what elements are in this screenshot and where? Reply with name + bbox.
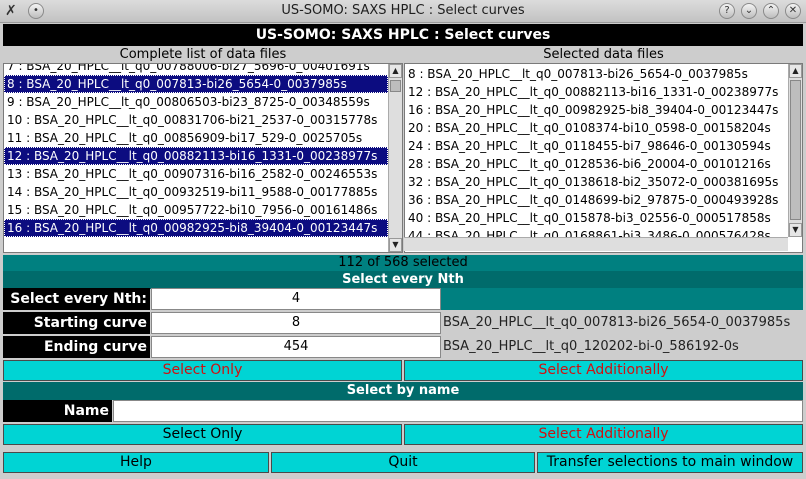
window-title: US-SOMO: SAXS HPLC : Select curves (281, 3, 525, 18)
right-list-label: Selected data files (543, 47, 664, 62)
scroll-down-icon[interactable]: ▼ (389, 238, 402, 252)
every-nth-input[interactable]: 4 (151, 288, 441, 310)
end-offset-file: BSA_20_HPLC__lt_q0_120202-bi-0_586192-0s (441, 336, 803, 358)
end-offset-label: Ending curve offset: (3, 336, 150, 377)
name-contains-input[interactable] (113, 400, 803, 422)
selected-file-list[interactable]: 8 : BSA_20_HPLC__lt_q0_007813-bi26_5654-… (404, 63, 803, 253)
list-item[interactable]: 24 : BSA_20_HPLC__lt_q0_0118455-bi7_9864… (405, 137, 788, 155)
list-item[interactable]: 8 : BSA_20_HPLC__lt_q0_007813-bi26_5654-… (405, 65, 788, 83)
list-item[interactable]: 15 : BSA_20_HPLC__lt_q0_00957722-bi10_79… (4, 201, 388, 219)
scroll-thumb[interactable] (390, 80, 401, 92)
window-titlebar: ✗ • US-SOMO: SAXS HPLC : Select curves ?… (0, 0, 806, 23)
start-offset-label: Starting curve offset: (3, 312, 150, 353)
left-list-scrollbar[interactable]: ▲ ▼ (388, 64, 402, 252)
name-select-additionally-button[interactable]: Select Additionally (404, 424, 803, 445)
list-item[interactable]: 28 : BSA_20_HPLC__lt_q0_0128536-bi6_2000… (405, 155, 788, 173)
list-item[interactable]: 16 : BSA_20_HPLC__lt_q0_00982925-bi8_394… (405, 101, 788, 119)
every-nth-label: Select every Nth: (3, 288, 150, 310)
help-icon[interactable]: ? (719, 3, 735, 19)
start-offset-input[interactable]: 8 (151, 312, 441, 334)
section-select-every-nth: Select every Nth (3, 271, 803, 289)
list-item[interactable]: 8 : BSA_20_HPLC__lt_q0_007813-bi26_5654-… (4, 75, 388, 93)
right-list-scrollbar[interactable]: ▲ ▼ (788, 64, 802, 237)
list-item[interactable]: 44 : BSA_20_HPLC__lt_q0_0168861-bi3_3486… (405, 227, 788, 237)
nth-select-only-button[interactable]: Select Only (3, 360, 402, 381)
list-item[interactable]: 12 : BSA_20_HPLC__lt_q0_00882113-bi16_13… (405, 83, 788, 101)
maximize-icon[interactable]: ⌃ (763, 3, 779, 19)
name-select-only-button[interactable]: Select Only (3, 424, 402, 445)
list-item[interactable]: 9 : BSA_20_HPLC__lt_q0_00806503-bi23_872… (4, 93, 388, 111)
list-item[interactable]: 36 : BSA_20_HPLC__lt_q0_0148699-bi2_9787… (405, 191, 788, 209)
left-list-label: Complete list of data files (119, 47, 287, 62)
scroll-down-icon[interactable]: ▼ (789, 223, 802, 237)
scroll-up-icon[interactable]: ▲ (389, 64, 402, 78)
end-offset-input[interactable]: 454 (151, 336, 441, 358)
list-item[interactable]: 32 : BSA_20_HPLC__lt_q0_0138618-bi2_3507… (405, 173, 788, 191)
list-item[interactable]: 40 : BSA_20_HPLC__lt_q0_015878-bi3_02556… (405, 209, 788, 227)
selection-count: 112 of 568 selected (3, 255, 803, 271)
list-item[interactable]: 12 : BSA_20_HPLC__lt_q0_00882113-bi16_13… (4, 147, 388, 165)
list-item[interactable]: 7 : BSA_20_HPLC__lt_q0_00788006-bi27_569… (4, 64, 388, 75)
start-offset-file: BSA_20_HPLC__lt_q0_007813-bi26_5654-0_00… (441, 312, 803, 334)
list-item[interactable]: 16 : BSA_20_HPLC__lt_q0_00982925-bi8_394… (4, 219, 388, 237)
page-title: US-SOMO: SAXS HPLC : Select curves (3, 24, 803, 46)
section-select-by-name: Select by name (3, 382, 803, 400)
list-item[interactable]: 20 : BSA_20_HPLC__lt_q0_0108374-bi10_059… (405, 119, 788, 137)
scroll-thumb[interactable] (790, 80, 801, 220)
list-item[interactable]: 13 : BSA_20_HPLC__lt_q0_00907316-bi16_25… (4, 165, 388, 183)
help-button[interactable]: Help (3, 452, 269, 473)
name-contains-label: Name contains: (3, 400, 112, 441)
scroll-up-icon[interactable]: ▲ (789, 64, 802, 78)
list-item[interactable]: 11 : BSA_20_HPLC__lt_q0_00856909-bi17_52… (4, 129, 388, 147)
transfer-selections-button[interactable]: Transfer selections to main window (537, 452, 803, 473)
minimize-icon[interactable]: ⌄ (741, 3, 757, 19)
right-list-hscrollbar[interactable] (404, 237, 788, 251)
close-icon[interactable]: ✕ (785, 3, 801, 19)
list-item[interactable]: 10 : BSA_20_HPLC__lt_q0_00831706-bi21_25… (4, 111, 388, 129)
complete-file-list[interactable]: 7 : BSA_20_HPLC__lt_q0_00788006-bi27_569… (3, 63, 403, 253)
every-nth-spacer (441, 288, 803, 310)
list-item[interactable]: 14 : BSA_20_HPLC__lt_q0_00932519-bi11_95… (4, 183, 388, 201)
nth-select-additionally-button[interactable]: Select Additionally (404, 360, 803, 381)
quit-button[interactable]: Quit (271, 452, 535, 473)
